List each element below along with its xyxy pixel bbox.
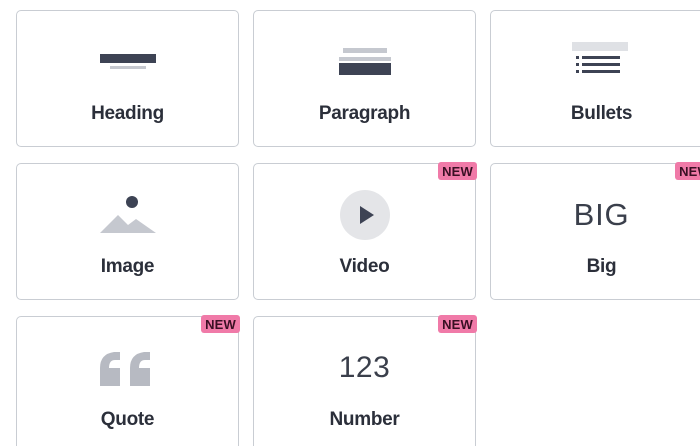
- tile-paragraph[interactable]: Paragraph: [253, 10, 476, 147]
- tile-big[interactable]: NEW BIG Big: [490, 162, 700, 300]
- tile-label: Bullets: [570, 103, 633, 124]
- tile-label: Quote: [100, 409, 155, 430]
- tile-label: Paragraph: [318, 103, 411, 124]
- paragraph-icon: [254, 37, 475, 87]
- block-picker-grid: Heading Paragraph Bullets Image NEW Vide…: [0, 0, 700, 446]
- tile-video[interactable]: NEW Video: [253, 162, 477, 300]
- tile-label: Video: [339, 256, 390, 277]
- heading-icon: [17, 37, 238, 87]
- new-badge: NEW: [675, 162, 700, 180]
- tile-number[interactable]: NEW 123 Number: [253, 315, 477, 446]
- tile-label: Heading: [91, 103, 164, 124]
- new-badge: NEW: [438, 162, 477, 180]
- tile-bullets[interactable]: Bullets: [490, 10, 700, 147]
- bullets-icon: [491, 37, 700, 87]
- image-icon: [17, 190, 238, 240]
- video-icon: [254, 190, 475, 240]
- tile-heading[interactable]: Heading: [16, 10, 239, 147]
- big-icon-text: BIG: [573, 197, 630, 232]
- tile-label: Image: [100, 256, 155, 277]
- number-icon: 123: [254, 343, 475, 393]
- quote-icon: [17, 343, 238, 393]
- tile-label: Number: [329, 409, 400, 430]
- tile-quote[interactable]: NEW Quote: [16, 315, 240, 446]
- tile-label: Big: [586, 256, 617, 277]
- new-badge: NEW: [438, 315, 477, 333]
- tile-image[interactable]: Image: [16, 163, 239, 300]
- big-text-icon: BIG: [491, 190, 700, 240]
- new-badge: NEW: [201, 315, 240, 333]
- number-icon-text: 123: [338, 351, 391, 384]
